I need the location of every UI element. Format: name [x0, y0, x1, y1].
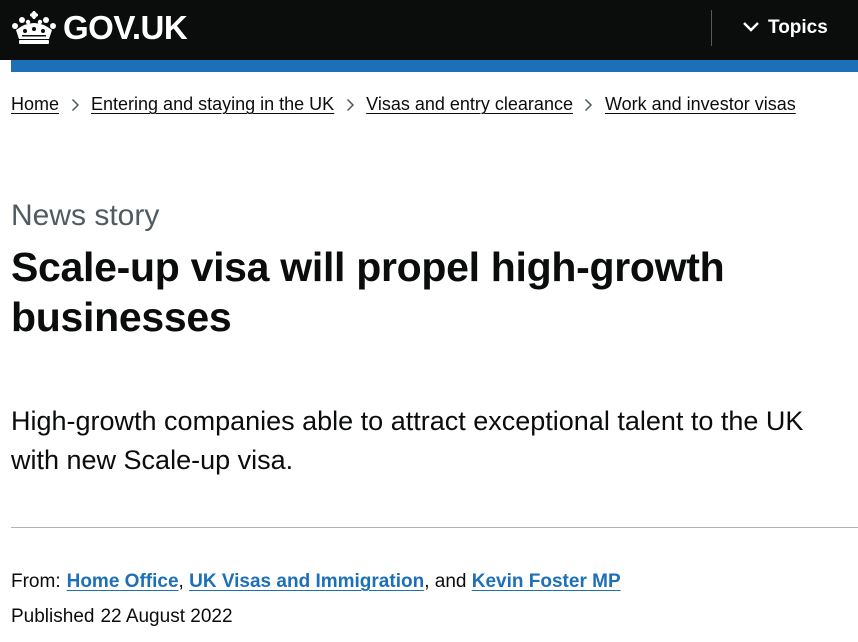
chevron-right-icon	[59, 91, 91, 117]
page-title: Scale-up visa will propel high-growth bu…	[11, 244, 725, 340]
header-blue-bar	[11, 60, 858, 72]
list-separator: ,	[178, 571, 184, 592]
published-label: Published	[11, 606, 95, 627]
breadcrumb-link-home[interactable]: Home	[11, 91, 59, 117]
breadcrumb-link-work-investor[interactable]: Work and investor visas	[605, 91, 796, 117]
breadcrumb-link-entering-staying[interactable]: Entering and staying in the UK	[91, 91, 334, 117]
chevron-right-icon	[334, 91, 366, 117]
chevron-down-icon	[742, 17, 760, 39]
section-divider	[11, 527, 858, 528]
published-row: Published 22 August 2022	[11, 603, 621, 631]
from-label: From:	[11, 571, 61, 592]
person-link-kevin-foster[interactable]: Kevin Foster MP	[472, 571, 621, 592]
govuk-logo-link[interactable]: GOV.UK	[11, 8, 188, 48]
breadcrumb: Home Entering and staying in the UK Visa…	[11, 91, 796, 117]
chevron-right-icon	[573, 91, 605, 117]
site-header: GOV.UK Topics	[0, 0, 858, 60]
logo-text: GOV.UK	[63, 9, 188, 46]
topics-menu-button[interactable]: Topics	[742, 13, 828, 43]
org-link-home-office[interactable]: Home Office	[67, 571, 179, 592]
crown-icon	[11, 10, 57, 46]
published-date: 22 August 2022	[100, 606, 233, 627]
org-link-ukvi[interactable]: UK Visas and Immigration	[189, 571, 424, 592]
article-lede: High-growth companies able to attract ex…	[11, 406, 804, 475]
breadcrumb-link-visas-entry[interactable]: Visas and entry clearance	[366, 91, 573, 117]
from-row: From: Home Office, UK Visas and Immigrati…	[11, 568, 621, 596]
content-type-caption: News story	[11, 199, 160, 232]
header-divider	[711, 10, 712, 46]
topics-label: Topics	[768, 17, 828, 38]
list-separator-and: , and	[424, 571, 467, 592]
publication-metadata: From: Home Office, UK Visas and Immigrati…	[11, 568, 621, 631]
